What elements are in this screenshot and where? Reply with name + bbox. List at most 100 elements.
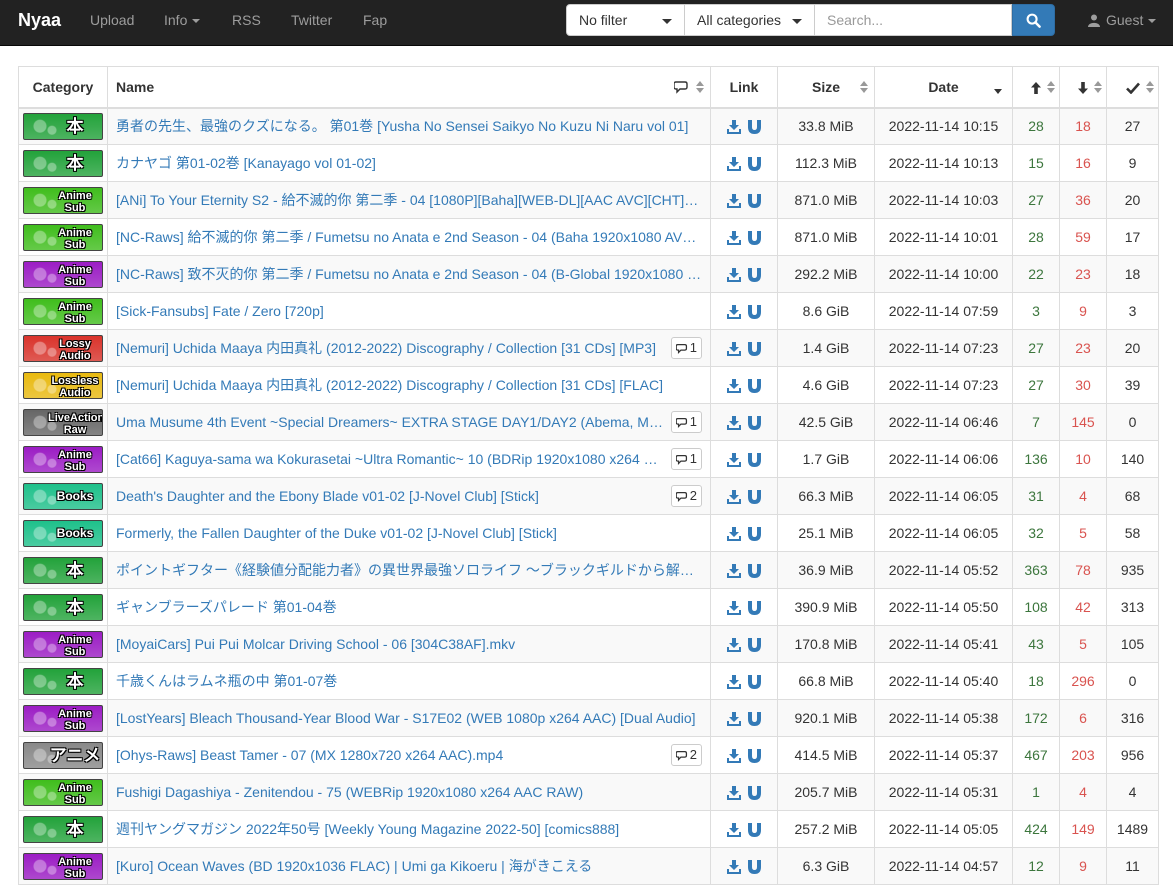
download-icon[interactable] <box>726 416 741 431</box>
filter-select[interactable]: No filter <box>566 4 685 36</box>
magnet-icon[interactable] <box>748 157 762 172</box>
magnet-icon[interactable] <box>748 749 762 764</box>
download-icon[interactable] <box>726 564 741 579</box>
magnet-icon[interactable] <box>748 305 762 320</box>
magnet-icon[interactable] <box>748 379 762 394</box>
download-icon[interactable] <box>726 453 741 468</box>
category-badge[interactable]: アニメ <box>23 741 103 769</box>
guest-menu[interactable]: Guest <box>1088 0 1157 40</box>
nav-upload[interactable]: Upload <box>90 0 134 40</box>
magnet-icon[interactable] <box>748 823 762 838</box>
nav-rss[interactable]: RSS <box>232 0 261 40</box>
download-icon[interactable] <box>726 490 741 505</box>
torrent-name-link[interactable]: Formerly, the Fallen Daughter of the Duk… <box>116 525 702 541</box>
comments-badge[interactable]: 1 <box>670 448 702 470</box>
torrent-name-link[interactable]: [NC-Raws] 致不灭的你 第二季 / Fumetsu no Anata e… <box>116 264 702 284</box>
category-select[interactable]: All categories <box>684 4 815 36</box>
category-badge[interactable]: 本 <box>23 667 103 695</box>
category-badge[interactable]: 本 <box>23 815 103 843</box>
download-icon[interactable] <box>726 675 741 690</box>
torrent-name-link[interactable]: 勇者の先生、最強のクズになる。 第01巻 [Yusha No Sensei Sa… <box>116 116 702 136</box>
torrent-name-link[interactable]: [Ohys-Raws] Beast Tamer - 07 (MX 1280x72… <box>116 747 664 763</box>
header-seeders[interactable] <box>1012 66 1060 109</box>
torrent-name-link[interactable]: ポイントギフター《経験値分配能力者》の異世界最強ソロライフ 〜ブラックギルドから… <box>116 560 702 580</box>
torrent-name-link[interactable]: 千歳くんはラムネ瓶の中 第01-07巻 <box>116 671 702 691</box>
nav-fap[interactable]: Fap <box>363 0 387 40</box>
download-icon[interactable] <box>726 749 741 764</box>
comments-badge[interactable]: 1 <box>670 411 702 433</box>
download-icon[interactable] <box>726 194 741 209</box>
torrent-name-link[interactable]: Death's Daughter and the Ebony Blade v01… <box>116 488 664 504</box>
magnet-icon[interactable] <box>748 490 762 505</box>
magnet-icon[interactable] <box>748 860 762 875</box>
magnet-icon[interactable] <box>748 120 762 135</box>
comments-badge[interactable]: 1 <box>670 337 702 359</box>
category-badge[interactable]: Anime Sub <box>23 704 103 732</box>
magnet-icon[interactable] <box>748 416 762 431</box>
magnet-icon[interactable] <box>748 675 762 690</box>
download-icon[interactable] <box>726 527 741 542</box>
category-badge[interactable]: 本 <box>23 149 103 177</box>
nav-twitter[interactable]: Twitter <box>291 0 332 40</box>
magnet-icon[interactable] <box>748 527 762 542</box>
category-badge[interactable]: Anime Sub <box>23 778 103 806</box>
header-category[interactable]: Category <box>18 66 108 109</box>
torrent-name-link[interactable]: Fushigi Dagashiya - Zenitendou - 75 (WEB… <box>116 784 702 800</box>
torrent-name-link[interactable]: [Nemuri] Uchida Maaya 内田真礼 (2012-2022) D… <box>116 338 664 358</box>
header-leechers[interactable] <box>1059 66 1107 109</box>
category-badge[interactable]: 本 <box>23 112 103 140</box>
download-icon[interactable] <box>726 157 741 172</box>
category-badge[interactable]: 本 <box>23 556 103 584</box>
sort-icon[interactable] <box>696 81 704 93</box>
sort-icon[interactable] <box>1094 81 1102 93</box>
magnet-icon[interactable] <box>748 231 762 246</box>
sort-icon[interactable] <box>1146 81 1154 93</box>
torrent-name-link[interactable]: ギャンブラーズパレード 第01-04巻 <box>116 597 702 617</box>
category-badge[interactable]: Anime Sub <box>23 630 103 658</box>
magnet-icon[interactable] <box>748 194 762 209</box>
nav-info[interactable]: Info <box>164 0 201 40</box>
magnet-icon[interactable] <box>748 342 762 357</box>
torrent-name-link[interactable]: [LostYears] Bleach Thousand-Year Blood W… <box>116 710 702 726</box>
category-badge[interactable]: Lossy Audio <box>23 334 103 362</box>
download-icon[interactable] <box>726 231 741 246</box>
comments-badge[interactable]: 2 <box>670 744 702 766</box>
torrent-name-link[interactable]: Uma Musume 4th Event ~Special Dreamers~ … <box>116 414 664 430</box>
brand-logo[interactable]: Nyaa <box>18 0 61 40</box>
category-badge[interactable]: Anime Sub <box>23 260 103 288</box>
download-icon[interactable] <box>726 305 741 320</box>
download-icon[interactable] <box>726 638 741 653</box>
download-icon[interactable] <box>726 823 741 838</box>
category-badge[interactable]: Anime Sub <box>23 186 103 214</box>
category-badge[interactable]: LiveAction Raw <box>23 408 103 436</box>
download-icon[interactable] <box>726 712 741 727</box>
sort-icon[interactable] <box>860 81 868 93</box>
header-completed[interactable] <box>1106 66 1159 109</box>
category-badge[interactable]: 本 <box>23 593 103 621</box>
download-icon[interactable] <box>726 120 741 135</box>
category-badge[interactable]: Anime Sub <box>23 297 103 325</box>
torrent-name-link[interactable]: [MoyaiCars] Pui Pui Molcar Driving Schoo… <box>116 636 702 652</box>
magnet-icon[interactable] <box>748 712 762 727</box>
magnet-icon[interactable] <box>748 638 762 653</box>
category-badge[interactable]: Anime Sub <box>23 445 103 473</box>
download-icon[interactable] <box>726 601 741 616</box>
magnet-icon[interactable] <box>748 601 762 616</box>
torrent-name-link[interactable]: [Nemuri] Uchida Maaya 内田真礼 (2012-2022) D… <box>116 375 702 395</box>
comments-badge[interactable]: 2 <box>670 485 702 507</box>
torrent-name-link[interactable]: カナヤゴ 第01-02巻 [Kanayago vol 01-02] <box>116 153 702 173</box>
magnet-icon[interactable] <box>748 268 762 283</box>
download-icon[interactable] <box>726 268 741 283</box>
header-size[interactable]: Size <box>777 66 875 109</box>
sort-icon[interactable] <box>1047 81 1055 93</box>
search-input[interactable]: Search... <box>814 4 1012 36</box>
torrent-name-link[interactable]: 週刊ヤングマガジン 2022年50号 [Weekly Young Magazin… <box>116 819 702 839</box>
category-badge[interactable]: Books <box>23 482 103 510</box>
torrent-name-link[interactable]: [NC-Raws] 給不滅的你 第二季 / Fumetsu no Anata e… <box>116 227 702 247</box>
header-name[interactable]: Name <box>107 66 711 109</box>
download-icon[interactable] <box>726 860 741 875</box>
download-icon[interactable] <box>726 786 741 801</box>
category-badge[interactable]: Anime Sub <box>23 852 103 880</box>
magnet-icon[interactable] <box>748 786 762 801</box>
category-badge[interactable]: Lossless Audio <box>23 371 103 399</box>
